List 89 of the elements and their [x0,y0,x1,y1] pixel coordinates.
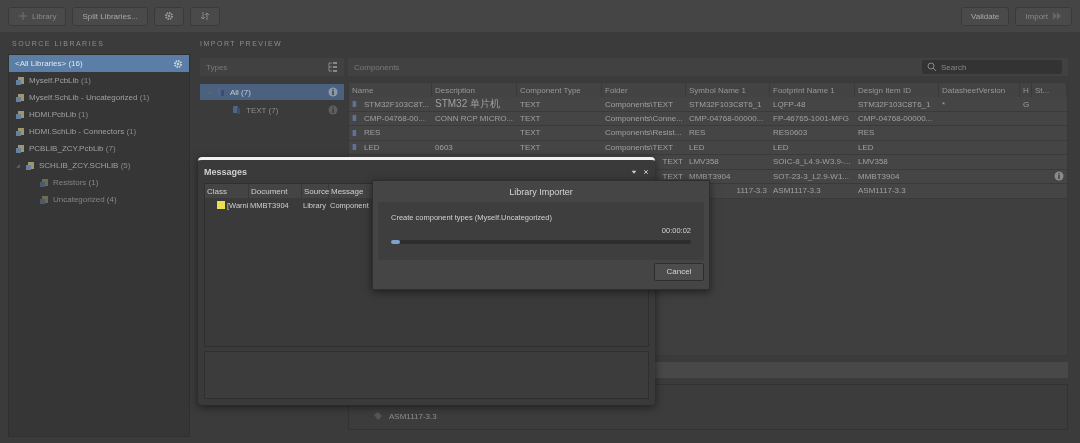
table-cell: TEXT [520,142,541,152]
info-icon [328,87,338,97]
settings-icon [163,11,174,21]
book-icon [15,126,25,137]
settings-icon [173,58,183,69]
book-icon [15,143,25,154]
table-cell: 0603 [435,142,453,152]
tag-icon [373,411,383,421]
warning-icon [217,201,225,209]
close-icon [643,168,649,175]
component-icon [352,113,358,124]
table-cell: Components\Conne... [605,113,683,123]
table-cell: MMBT3904 [689,171,731,181]
table-cell: STM32 单片机 [435,97,500,111]
caret-icon [15,162,21,169]
table-cell: RES [364,128,381,138]
table-cell: TEXT [520,99,541,109]
tree-view-icon [328,62,338,72]
plus-icon [18,11,28,21]
table-cell: RES [689,128,706,138]
book-icon [15,75,25,86]
panel-title: Messages [204,166,248,177]
table-cell: TEXT [520,128,541,138]
library-item[interactable]: Myself.SchLib - Uncategorized (1) [9,89,189,106]
table-cell: Components\TEXT [605,142,674,152]
type-item[interactable]: All (7) [200,84,344,100]
library-item[interactable]: PCBLIB_ZCY.PcbLib (7) [9,140,189,157]
library-item[interactable]: Myself.PcbLib (1) [9,72,189,89]
swap-arrows-icon [199,11,210,21]
table-cell: CMP-04768-00000... [858,113,933,123]
component-icon [352,127,358,138]
table-cell: LED [773,142,789,152]
table-cell: SOIC-8_L4.9-W3.9-... [773,157,851,167]
component-icon [352,99,358,109]
table-cell: STM32F103C8T6_1 [689,99,762,109]
dropdown-icon [631,168,637,175]
table-cell: CONN RCP MICRO... [435,113,514,123]
table-cell: RES [858,128,875,138]
search-field[interactable]: Search [922,60,1062,74]
table-cell: LMV358 [689,157,719,167]
table-cell: MMBT3904 [858,171,900,181]
book-icon [15,92,25,103]
table-cell: * [942,99,946,109]
validate-button[interactable]: Validate [961,6,1010,26]
book-icon [25,160,35,171]
toolbar-button[interactable]: Split Libraries... [72,6,148,26]
table-cell: TEXT [520,113,541,123]
book-icon [15,109,25,120]
table-cell: ASM1117-3.3 [773,186,821,196]
book-icon [39,177,49,188]
library-item[interactable]: HDMI.SchLib - Connectors (1) [9,123,189,140]
column-header[interactable]: Source [302,184,329,198]
table-cell: RES0603 [773,128,808,138]
column-header[interactable]: Document [249,184,302,198]
table-cell: STM32F103C8T6_1 [858,99,931,109]
info-icon [328,105,338,115]
table-cell: STM32F103C8T... [364,99,429,109]
table-cell: LED [364,142,380,152]
table-cell: CMP-04768-00000... [689,113,764,123]
component-type-icon [232,105,242,115]
settings-button[interactable] [153,6,184,26]
library-item[interactable]: HDMI.PcbLib (1) [9,106,189,123]
component-icon [352,142,358,153]
cancel-button[interactable]: Cancel [654,262,704,281]
library-item[interactable]: SCHLIB_ZCY.SCHLIB (5) [9,157,189,174]
table-cell: FP-46765-1001-MFG [773,113,850,123]
caret-icon [206,89,212,95]
table-cell: ASM1117-3.3 [858,186,906,196]
table-cell: Components\TEXT [605,99,674,109]
table-cell: CMP-04768-00... [364,113,425,123]
table-cell: LED [858,142,874,152]
table-cell: LQFP-48 [773,99,806,109]
type-item[interactable]: TEXT (7) [200,102,344,118]
table-cell: TEXT [662,157,683,167]
table-cell: Components\Resist... [605,128,682,138]
table-cell: G [1023,99,1030,109]
table-cell: 1117-3.3 [736,186,767,196]
table-cell: LMV358 [858,157,888,167]
column-header[interactable]: Class [205,184,249,198]
library-item[interactable]: <All Libraries> (16) [9,55,189,72]
table-cell: LED [689,142,705,152]
table-cell: SOT-23-3_L2.9-W1... [773,171,850,181]
double-arrow-icon [1052,11,1062,21]
component-item[interactable]: ASM1117-3.3 [373,411,437,421]
swap-button[interactable] [189,6,220,26]
book-icon [39,194,49,205]
table-cell: TEXT [662,171,683,181]
dialog-title: Library Importer [508,185,574,199]
search-icon [927,62,937,72]
